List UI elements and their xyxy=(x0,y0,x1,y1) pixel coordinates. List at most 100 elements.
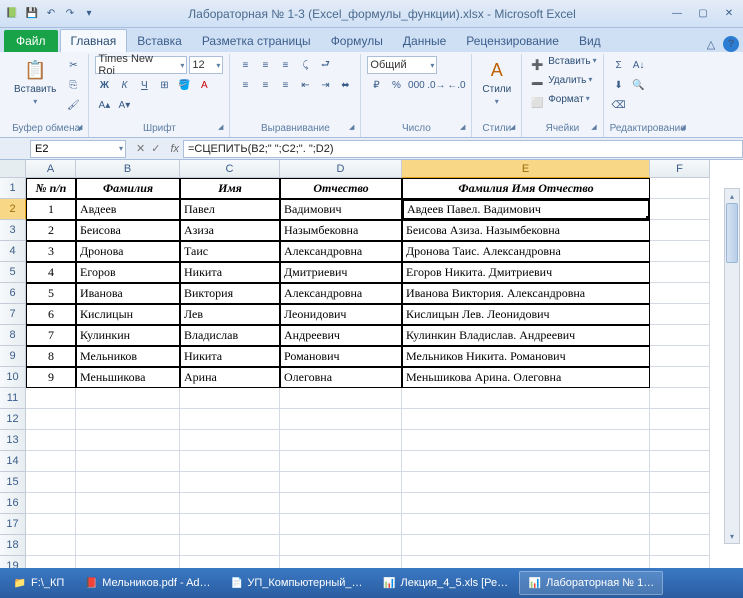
tab-formulas[interactable]: Формулы xyxy=(321,30,393,52)
shrink-font-icon[interactable]: A▾ xyxy=(115,96,133,114)
cell[interactable] xyxy=(402,388,650,409)
fill-color-button[interactable]: 🪣 xyxy=(175,76,193,94)
close-button[interactable]: ✕ xyxy=(719,6,739,22)
align-bottom-icon[interactable]: ≡ xyxy=(276,56,294,74)
cell[interactable] xyxy=(26,409,76,430)
cell[interactable]: Александровна xyxy=(280,241,402,262)
formula-input[interactable]: =СЦЕПИТЬ(B2;" ";C2;". ";D2) xyxy=(183,140,743,158)
col-header-B[interactable]: B xyxy=(76,160,180,178)
row-header[interactable]: 12 xyxy=(0,409,26,430)
cell[interactable] xyxy=(650,388,710,409)
delete-cells-button[interactable]: ➖Удалить▾ xyxy=(528,75,592,93)
cell[interactable] xyxy=(402,493,650,514)
cell[interactable] xyxy=(650,346,710,367)
cell[interactable] xyxy=(650,178,710,199)
row-header[interactable]: 13 xyxy=(0,430,26,451)
sort-icon[interactable]: A↓ xyxy=(630,56,648,74)
cell[interactable]: Дронова Таис. Александровна xyxy=(402,241,650,262)
cell[interactable]: Фамилия Имя Отчество xyxy=(402,178,650,199)
increase-indent-icon[interactable]: ⇥ xyxy=(316,76,334,94)
cell[interactable] xyxy=(650,367,710,388)
cell[interactable]: Арина xyxy=(180,367,280,388)
row-header[interactable]: 9 xyxy=(0,346,26,367)
cell[interactable] xyxy=(76,493,180,514)
cell[interactable] xyxy=(280,514,402,535)
cell[interactable] xyxy=(180,409,280,430)
align-top-icon[interactable]: ≡ xyxy=(236,56,254,74)
row-header[interactable]: 15 xyxy=(0,472,26,493)
merge-icon[interactable]: ⬌ xyxy=(336,76,354,94)
taskbar-item[interactable]: 📁F:\_КП xyxy=(4,571,73,595)
cell[interactable]: Никита xyxy=(180,346,280,367)
wrap-text-icon[interactable]: ⮐ xyxy=(316,56,334,74)
file-tab[interactable]: Файл xyxy=(4,30,58,52)
row-header[interactable]: 2 xyxy=(0,199,26,220)
cell[interactable]: Андреевич xyxy=(280,325,402,346)
cell[interactable]: 3 xyxy=(26,241,76,262)
number-format-combo[interactable]: Общий xyxy=(367,56,437,74)
cell[interactable]: Владислав xyxy=(180,325,280,346)
cell[interactable] xyxy=(180,535,280,556)
cell[interactable] xyxy=(26,535,76,556)
align-middle-icon[interactable]: ≡ xyxy=(256,56,274,74)
cell[interactable] xyxy=(180,430,280,451)
font-color-button[interactable]: A xyxy=(195,76,213,94)
autosum-icon[interactable]: Σ xyxy=(610,56,628,74)
cell[interactable]: 8 xyxy=(26,346,76,367)
cell[interactable] xyxy=(402,409,650,430)
col-header-A[interactable]: A xyxy=(26,160,76,178)
tab-view[interactable]: Вид xyxy=(569,30,611,52)
name-box[interactable]: E2 xyxy=(30,140,126,158)
cell[interactable]: Мельников Никита. Романович xyxy=(402,346,650,367)
row-header[interactable]: 14 xyxy=(0,451,26,472)
cell[interactable] xyxy=(180,514,280,535)
row-header[interactable]: 10 xyxy=(0,367,26,388)
cell[interactable]: Кулинкин Владислав. Андреевич xyxy=(402,325,650,346)
cell[interactable]: Леонидович xyxy=(280,304,402,325)
cell[interactable] xyxy=(180,388,280,409)
cell[interactable] xyxy=(180,451,280,472)
minimize-button[interactable]: — xyxy=(667,6,687,22)
underline-button[interactable]: Ч xyxy=(135,76,153,94)
format-cells-button[interactable]: ⬜Формат▾ xyxy=(528,94,590,112)
row-header[interactable]: 7 xyxy=(0,304,26,325)
cell[interactable]: Отчество xyxy=(280,178,402,199)
format-painter-icon[interactable]: 🖌 xyxy=(64,96,82,114)
cell[interactable] xyxy=(280,493,402,514)
col-header-D[interactable]: D xyxy=(280,160,402,178)
cell[interactable]: Кулинкин xyxy=(76,325,180,346)
font-name-combo[interactable]: Times New Roi xyxy=(95,56,187,74)
undo-icon[interactable]: ↶ xyxy=(43,6,59,22)
cell[interactable] xyxy=(280,472,402,493)
vertical-scrollbar[interactable]: ▴ ▾ xyxy=(724,188,740,544)
cell[interactable] xyxy=(650,262,710,283)
currency-icon[interactable]: ₽ xyxy=(367,76,385,94)
cell[interactable] xyxy=(650,493,710,514)
cell[interactable]: Беисова Азиза. Назымбековна xyxy=(402,220,650,241)
cell[interactable]: Иванова Виктория. Александровна xyxy=(402,283,650,304)
insert-cells-button[interactable]: ➕Вставить▾ xyxy=(528,56,596,74)
cell[interactable]: 2 xyxy=(26,220,76,241)
maximize-button[interactable]: ▢ xyxy=(693,6,713,22)
orientation-icon[interactable]: ⤹ xyxy=(296,56,314,74)
cell[interactable] xyxy=(650,241,710,262)
cell[interactable] xyxy=(76,388,180,409)
align-center-icon[interactable]: ≡ xyxy=(256,76,274,94)
cell[interactable] xyxy=(26,388,76,409)
cell[interactable] xyxy=(76,451,180,472)
cell[interactable]: Таис xyxy=(180,241,280,262)
row-header[interactable]: 1 xyxy=(0,178,26,199)
row-header[interactable]: 3 xyxy=(0,220,26,241)
tab-data[interactable]: Данные xyxy=(393,30,456,52)
cell[interactable]: Меньшикова xyxy=(76,367,180,388)
cell[interactable]: Виктория xyxy=(180,283,280,304)
save-icon[interactable]: 💾 xyxy=(24,6,40,22)
cancel-formula-icon[interactable]: ✕ xyxy=(136,142,145,155)
cell[interactable] xyxy=(650,199,710,220)
cell[interactable] xyxy=(650,325,710,346)
cell[interactable]: Имя xyxy=(180,178,280,199)
cell[interactable] xyxy=(650,304,710,325)
cell[interactable]: Авдеев xyxy=(76,199,180,220)
cell[interactable] xyxy=(76,535,180,556)
cell[interactable] xyxy=(76,430,180,451)
